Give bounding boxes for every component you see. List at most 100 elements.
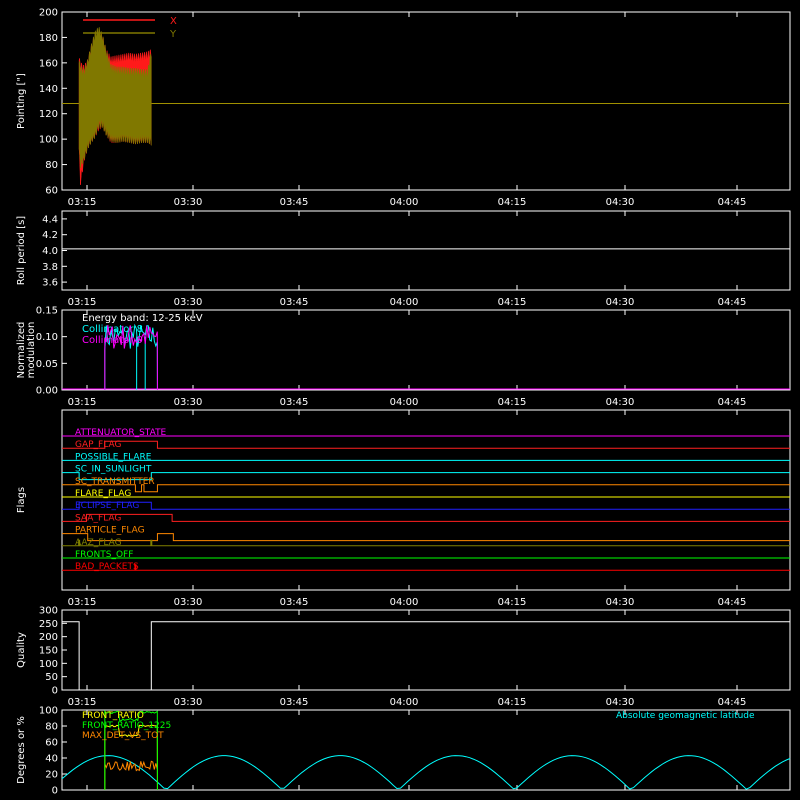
x-tick-label: 04:15	[498, 197, 527, 208]
flag-line	[62, 513, 790, 522]
plot-frame	[61, 210, 791, 291]
x-tick-label: 04:00	[390, 297, 419, 308]
x-tick-label: 04:30	[606, 197, 635, 208]
x-tick-label: 04:45	[718, 297, 747, 308]
panel-pointing: 03:15 03:30 03:45 04:00 04:15 04:30 04:45 Point…	[16, 8, 791, 208]
y-tick-label: 250	[39, 619, 58, 630]
rhessi-quicklook-figure: 03:15 03:30 03:45 04:00 04:15 04:30 04:45 Point…	[16, 8, 791, 797]
panel-quality: 03:15 03:30 03:45 04:00 04:15 04:30 04:45 Quali…	[16, 606, 791, 708]
y-tick-label: 100	[39, 706, 58, 717]
x-tick-label: 03:30	[174, 197, 203, 208]
y-axis-label: Degrees or %	[16, 716, 27, 784]
x-tick-label: 03:15	[68, 197, 97, 208]
legend-title: Energy band: 12-25 keV	[82, 313, 203, 324]
x-tick-label: 04:00	[390, 597, 419, 608]
x-tick-label: 04:45	[718, 397, 747, 408]
x-tick-label: 03:45	[280, 197, 309, 208]
y-tick-label: 4.4	[42, 214, 58, 225]
legend-label: X	[170, 16, 177, 27]
flag-label: FLARE_FLAG	[75, 489, 131, 499]
y-axis-label: Flags	[16, 487, 27, 513]
flag-label: GAP_FLAG	[75, 440, 121, 450]
flag-label: SAA_FLAG	[75, 513, 121, 523]
y-tick-label: 20	[45, 770, 58, 781]
y-tick-label: 150	[39, 646, 58, 657]
panel-ratios: Degrees or % 0 20 40 60 80 100 FRONT_RATIOFRONT…	[16, 706, 791, 797]
x-tick-label: 04:00	[390, 697, 419, 708]
flag-label: FRONTS_OFF	[75, 550, 133, 560]
y-tick-label: 60	[45, 738, 58, 749]
x-tick-label: 04:45	[718, 197, 747, 208]
y-tick-label: 4.0	[42, 246, 58, 257]
plot-frame	[61, 409, 791, 591]
flag-label: POSSIBLE_FLARE	[75, 452, 152, 462]
x-tick-label: 03:45	[280, 597, 309, 608]
y-tick-label: 100	[39, 659, 58, 670]
y-tick-label: 80	[45, 722, 58, 733]
latitude-line	[61, 755, 791, 790]
y-tick-label: 200	[39, 632, 58, 643]
legend-label: FRONT_RATIO_1225	[82, 721, 171, 731]
panel-modulation: 03:15 03:30 03:45 04:00 04:15 04:30 04:45Norma…	[16, 306, 791, 408]
y-tick-label: 160	[39, 58, 58, 69]
y-tick-label: 0	[52, 786, 58, 797]
x-tick-label: 04:45	[718, 597, 747, 608]
flag-label: ATTENUATOR_STATE	[75, 428, 167, 438]
flag-label: SC_TRANSMITTER	[75, 477, 155, 487]
x-tick-label: 04:30	[606, 397, 635, 408]
x-tick-label: 04:15	[498, 297, 527, 308]
max-det-line	[104, 760, 158, 772]
y-tick-label: 200	[39, 8, 58, 19]
flag-label: AAZ_FLAG	[75, 538, 122, 548]
y-tick-label: 0.05	[36, 359, 58, 370]
x-tick-label: 04:15	[498, 397, 527, 408]
x-tick-label: 04:00	[390, 397, 419, 408]
x-tick-label: 03:15	[68, 297, 97, 308]
y-tick-label: 100	[39, 135, 58, 146]
y-tick-label: 0.10	[36, 332, 58, 343]
quality-line	[62, 621, 790, 691]
y-tick-label: 180	[39, 33, 58, 44]
x-tick-label: 03:45	[280, 297, 309, 308]
legend-label: MAX_DET_VS_TOT	[82, 731, 164, 741]
flag-label: PARTICLE_FLAG	[75, 526, 145, 536]
legend-label: Y	[169, 29, 177, 40]
x-tick-label: 03:30	[174, 297, 203, 308]
legend-label: Absolute geomagnetic latitude	[616, 711, 755, 721]
x-tick-label: 04:15	[498, 597, 527, 608]
legend-label: Collimator 9	[82, 335, 143, 346]
x-tick-label: 03:15	[68, 397, 97, 408]
y-tick-label: 0.15	[36, 306, 58, 317]
flag-label: SC_IN_SUNLIGHT	[75, 465, 152, 475]
y-tick-label: 50	[45, 672, 58, 683]
legend-label: FRONT_RATIO	[82, 711, 144, 721]
y-tick-label: 300	[39, 606, 58, 617]
x-tick-label: 04:45	[718, 697, 747, 708]
x-tick-label: 04:30	[606, 697, 635, 708]
x-tick-label: 03:30	[174, 697, 203, 708]
y-tick-label: 3.6	[42, 278, 58, 289]
flag-line	[62, 472, 790, 481]
x-tick-label: 03:15	[68, 697, 97, 708]
panel-flags: 03:15 03:30 03:45 04:00 04:15 04:30 04:45 Flags…	[16, 409, 791, 608]
panel-roll: 03:15 03:30 03:45 04:00 04:15 04:30 04:45 Roll …	[16, 210, 791, 308]
flag-label: ECLIPSE_FLAG	[75, 501, 139, 511]
y-tick-label: 0.00	[36, 386, 58, 397]
pointing-series-y	[78, 26, 152, 169]
x-tick-label: 03:45	[280, 397, 309, 408]
y-axis-label: Quality	[16, 632, 27, 668]
y-tick-label: 4.2	[42, 230, 58, 241]
x-tick-label: 03:15	[68, 597, 97, 608]
x-tick-label: 03:30	[174, 597, 203, 608]
y-tick-label: 60	[45, 186, 58, 197]
y-axis-label: Roll period [s]	[16, 216, 27, 285]
x-tick-label: 03:30	[174, 397, 203, 408]
y-axis-label: Pointing ["]	[16, 73, 27, 129]
y-tick-label: 0	[52, 686, 58, 697]
x-tick-label: 04:30	[606, 597, 635, 608]
y-tick-label: 40	[45, 754, 58, 765]
flag-line	[62, 533, 790, 542]
flag-line	[62, 440, 790, 449]
y-tick-label: 120	[39, 109, 58, 120]
x-tick-label: 03:45	[280, 697, 309, 708]
